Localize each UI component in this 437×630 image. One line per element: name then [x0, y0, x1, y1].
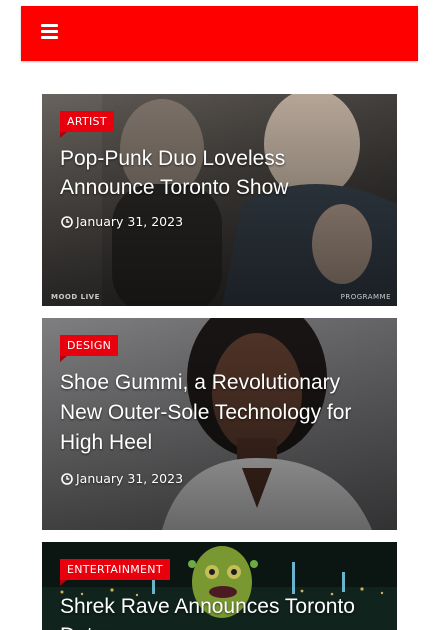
article-title[interactable]: Shoe Gummi, a Revolutionary New Outer-So… [60, 368, 383, 458]
article-title[interactable]: Pop-Punk Duo Loveless Announce Toronto S… [60, 144, 383, 202]
site-header [21, 6, 418, 61]
clock-icon [61, 216, 73, 228]
article-card-shrek-rave[interactable]: ENTERTAINMENT Shrek Rave Announces Toron… [42, 542, 397, 630]
clock-icon [61, 473, 73, 485]
watermark-right: PROGRAMME [340, 293, 391, 301]
category-badge[interactable]: ENTERTAINMENT [60, 559, 170, 586]
article-date: January 31, 2023 [61, 471, 183, 487]
article-title[interactable]: Shrek Rave Announces Toronto Dates [60, 592, 383, 630]
category-badge[interactable]: ARTIST [60, 111, 114, 138]
date-text: January 31, 2023 [76, 214, 184, 229]
category-badge[interactable]: DESIGN [60, 335, 119, 362]
article-card-shoe-gummi[interactable]: DESIGN Shoe Gummi, a Revolutionary New O… [42, 318, 397, 530]
date-text: January 31, 2023 [76, 471, 184, 486]
article-card-loveless[interactable]: ARTIST Pop-Punk Duo Loveless Announce To… [42, 94, 397, 306]
watermark-left: MOOD LIVE [51, 293, 100, 301]
article-date: January 31, 2023 [61, 214, 183, 230]
hamburger-menu-icon[interactable] [41, 24, 58, 40]
